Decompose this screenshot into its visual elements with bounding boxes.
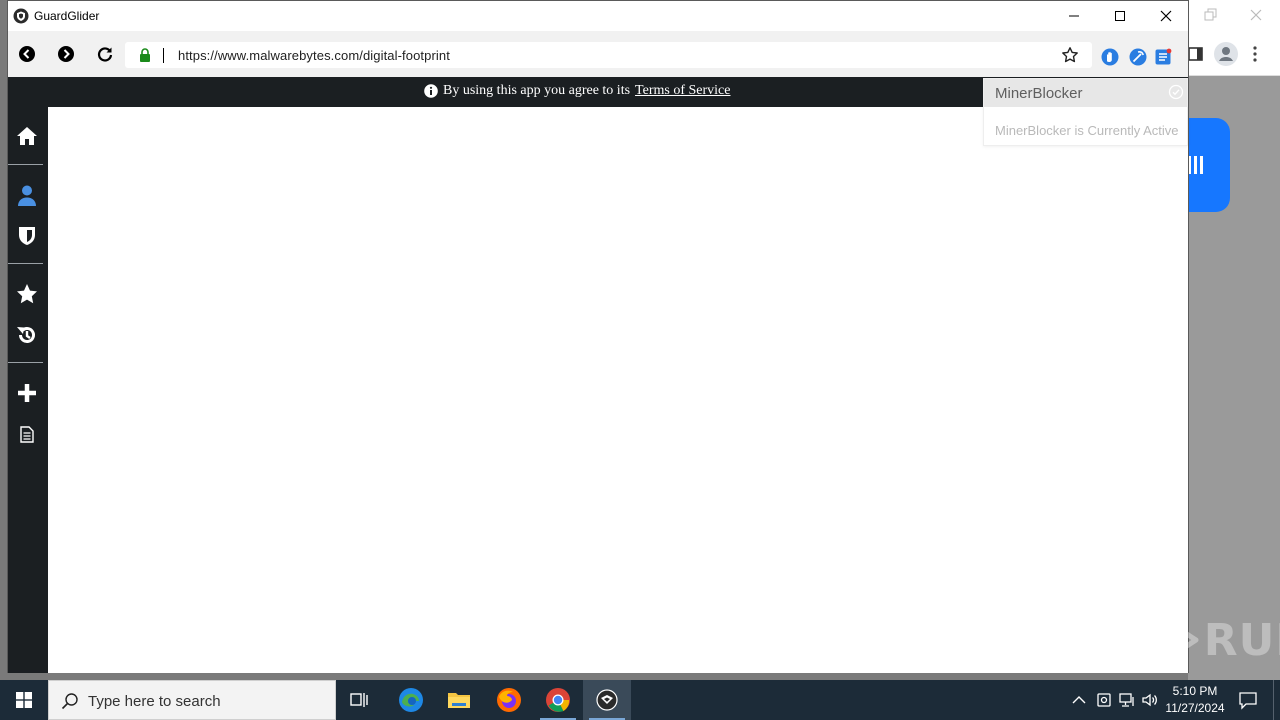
minerblocker-status: MinerBlocker is Currently Active — [995, 123, 1179, 138]
side-panel-icon[interactable] — [1188, 46, 1204, 62]
background-toolbar — [1188, 32, 1280, 76]
windows-logo-icon — [16, 692, 32, 708]
sidebar-item-add[interactable] — [14, 380, 40, 406]
minerblocker-popup-header: MinerBlocker — [984, 79, 1187, 107]
watermark-right-text: RUN — [1203, 614, 1280, 666]
check-circle-icon[interactable] — [1168, 84, 1184, 100]
document-icon — [20, 425, 34, 443]
task-view-button[interactable] — [336, 680, 384, 720]
profile-icon[interactable] — [1214, 42, 1238, 66]
sidebar-divider — [8, 263, 43, 264]
clock-date: 11/27/2024 — [1165, 701, 1225, 715]
restore-icon[interactable] — [1204, 8, 1218, 22]
pickaxe-extension-icon[interactable] — [1129, 48, 1147, 66]
star-icon — [17, 284, 37, 304]
start-button[interactable] — [0, 680, 48, 720]
terms-banner-text: By using this app you agree to its — [443, 83, 631, 98]
sidebar-item-user[interactable] — [14, 183, 40, 209]
shield-icon — [19, 227, 35, 245]
window-title: GuardGlider — [34, 9, 100, 23]
chrome-icon — [546, 688, 570, 712]
window-titlebar: GuardGlider — [8, 1, 1188, 31]
maximize-icon — [1115, 11, 1125, 21]
sidebar-divider — [8, 164, 43, 165]
terms-banner-line: By using this app you agree to its Terms… — [424, 83, 730, 99]
home-icon — [17, 127, 37, 145]
sidebar-item-home[interactable] — [14, 123, 40, 149]
sidebar-item-document[interactable] — [14, 421, 40, 447]
close-button[interactable] — [1143, 1, 1189, 31]
taskbar-app-firefox[interactable] — [485, 680, 533, 720]
navigation-toolbar: https://www.malwarebytes.com/digital-foo… — [8, 31, 1188, 77]
web-content-area[interactable] — [48, 107, 1188, 673]
search-placeholder: Type here to search — [88, 693, 221, 710]
watermark-left-text: ANY — [1038, 614, 1144, 666]
minerblocker-popup: MinerBlocker MinerBlocker is Currently A… — [983, 78, 1188, 146]
taskbar-clock[interactable]: 5:10 PM 11/27/2024 — [1158, 683, 1232, 717]
minimize-icon — [1069, 15, 1079, 17]
notification-icon[interactable] — [1238, 690, 1258, 710]
kebab-menu-icon[interactable] — [1252, 44, 1258, 64]
sidebar-divider — [8, 362, 43, 363]
device-icon[interactable] — [1095, 691, 1113, 709]
taskbar-app-chrome[interactable] — [534, 680, 582, 720]
notes-extension-icon[interactable] — [1154, 48, 1172, 66]
left-sidebar — [8, 107, 48, 673]
show-desktop-button[interactable] — [1273, 680, 1280, 720]
close-icon[interactable] — [1248, 7, 1264, 23]
lock-icon — [140, 48, 150, 62]
app-logo-icon — [13, 8, 29, 24]
task-view-icon — [350, 693, 368, 707]
minerblocker-title: MinerBlocker — [995, 85, 1083, 102]
bookmark-star-icon[interactable] — [1061, 46, 1079, 64]
plus-icon — [18, 384, 36, 402]
maximize-button[interactable] — [1097, 1, 1143, 31]
network-icon[interactable] — [1118, 691, 1136, 709]
chevron-up-icon[interactable] — [1070, 691, 1088, 709]
taskbar-search-box[interactable]: Type here to search — [48, 680, 336, 720]
url-text[interactable]: https://www.malwarebytes.com/digital-foo… — [178, 48, 450, 63]
sidebar-item-history[interactable] — [14, 322, 40, 348]
folder-icon — [448, 693, 470, 708]
anyrun-watermark: ANY RUN — [1038, 610, 1280, 670]
history-icon — [17, 327, 35, 343]
volume-icon[interactable] — [1141, 691, 1159, 709]
user-icon — [18, 185, 36, 206]
guardglider-icon — [596, 689, 618, 711]
play-icon — [1153, 611, 1199, 669]
firefox-icon — [497, 688, 521, 712]
hand-extension-icon[interactable] — [1101, 48, 1119, 66]
background-browser-window — [1188, 0, 1280, 680]
taskbar-app-edge[interactable] — [387, 680, 435, 720]
clock-time: 5:10 PM — [1172, 684, 1218, 698]
info-icon — [424, 84, 438, 98]
reload-button[interactable] — [96, 45, 114, 63]
address-bar[interactable]: https://www.malwarebytes.com/digital-foo… — [125, 42, 1092, 68]
edge-icon — [399, 688, 423, 712]
minimize-button[interactable] — [1051, 1, 1097, 31]
sidebar-item-shield[interactable] — [14, 223, 40, 249]
taskbar: Type here to search 5:10 PM 11/27/2024 — [0, 680, 1280, 720]
taskbar-app-file-explorer[interactable] — [435, 680, 483, 720]
close-icon — [1160, 10, 1172, 22]
address-separator — [163, 48, 164, 63]
taskbar-app-guardglider[interactable] — [583, 680, 631, 720]
sidebar-item-favorites[interactable] — [14, 281, 40, 307]
search-icon — [61, 693, 78, 710]
background-titlebar — [1188, 0, 1280, 32]
forward-button[interactable] — [57, 45, 75, 63]
terms-of-service-link[interactable]: Terms of Service — [635, 83, 730, 99]
back-button[interactable] — [18, 45, 36, 63]
